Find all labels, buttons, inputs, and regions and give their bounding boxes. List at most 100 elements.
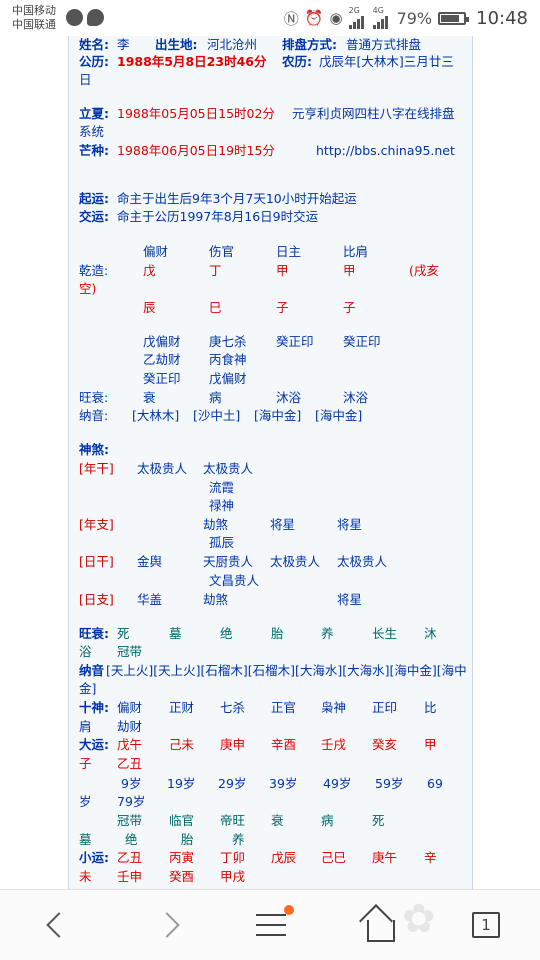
dayun-age: 岁 — [79, 794, 92, 809]
lower-wangshuai-label: 旺衰: — [79, 626, 109, 641]
ten-god-month: 伤官 — [209, 244, 235, 259]
xiaoyun-item: 戊辰 — [271, 850, 297, 865]
shensha-label: 神煞: — [79, 442, 109, 457]
stem-year: 戊 — [143, 263, 156, 278]
lixia-value: 1988年05月05日15时02分 — [117, 106, 275, 121]
cs-item: 胎 — [271, 626, 284, 641]
tabs-button[interactable]: 1 — [452, 890, 522, 960]
net-2g-label: 2G — [348, 6, 360, 15]
qianzao-label: 乾造: — [79, 263, 109, 278]
dayun-cs: 临官 — [169, 813, 195, 828]
bazi-chart-content[interactable]: 姓名: 李 出生地: 河北沧州 排盘方式: 普通方式排盘 公历: 1988年5月… — [68, 36, 473, 889]
birthplace-value: 河北沧州 — [207, 37, 258, 52]
method-value: 普通方式排盘 — [346, 37, 422, 52]
chat-bubble-icon — [87, 9, 104, 26]
shishen-item: 肩 — [79, 719, 92, 734]
status-icons: Ⓝ ⏰ ◉ 2G 4G 79% 10:48 — [284, 7, 528, 29]
hidden-stem: 癸正印 — [143, 371, 181, 386]
shensha-item: 太极贵人 — [137, 461, 188, 476]
shishen-item: 正财 — [169, 700, 195, 715]
shishen-item: 正印 — [372, 700, 398, 715]
dayun-cs: 绝 — [125, 832, 138, 847]
wangshuai-day: 沐浴 — [276, 390, 302, 405]
hidden-stem: 丙食神 — [209, 352, 247, 367]
menu-icon — [256, 914, 286, 916]
jiaoyun-label: 交运: — [79, 209, 109, 224]
nongli-label: 农历: — [282, 54, 312, 69]
shishen-item: 比 — [424, 700, 437, 715]
battery-fill — [441, 14, 459, 22]
kongwang-cont: 空) — [79, 281, 97, 296]
nongli-value-cont: 日 — [79, 72, 92, 87]
dayun-cs: 死 — [372, 813, 385, 828]
chevron-right-icon — [154, 912, 180, 938]
shensha-item: 太极贵人 — [337, 554, 388, 569]
dayun-cs: 胎 — [181, 832, 194, 847]
shishen-item: 七杀 — [220, 700, 246, 715]
clock: 10:48 — [476, 7, 528, 29]
dayun-age: 69 — [427, 776, 443, 791]
cs-item: 死 — [117, 626, 130, 641]
xiaoyun-label: 小运: — [79, 850, 109, 865]
shensha-row-label: [年支] — [79, 517, 114, 532]
xiaoyun-item: 丁卯 — [220, 850, 246, 865]
nayin-day: [海中金] — [254, 408, 302, 423]
site-name-link[interactable]: 元亨利贞网四柱八字在线排盘 — [292, 105, 455, 123]
shensha-item: 将星 — [270, 517, 296, 532]
dayun-item: 癸亥 — [372, 737, 398, 752]
mangzhong-label: 芒种: — [79, 143, 109, 158]
ten-god-year: 偏财 — [143, 244, 169, 259]
cs-item: 冠带 — [117, 644, 143, 659]
lower-nayin-line: [天上火][天上火][石榴木][石榴木][大海水][大海水][海中金][海中 — [106, 663, 467, 678]
menu-button[interactable] — [236, 890, 306, 960]
branch-hour: 子 — [343, 300, 356, 315]
dayun-cs: 养 — [232, 832, 245, 847]
footprint-watermark-icon: ✿ — [402, 896, 436, 942]
wangshuai-month: 病 — [209, 390, 222, 405]
shensha-row-label: [日支] — [79, 592, 114, 607]
jiaoyun-value: 命主于公历1997年8月16日9时交运 — [117, 209, 319, 224]
wangshuai-year: 衰 — [143, 390, 156, 405]
shensha-item: 太极贵人 — [270, 554, 321, 569]
lower-nayin-label: 纳音 — [79, 663, 105, 678]
xiaoyun-item: 癸酉 — [169, 869, 195, 884]
shensha-item: 华盖 — [137, 592, 163, 607]
hidden-stem: 戊偏财 — [209, 371, 247, 386]
dayun-item: 戊午 — [117, 737, 143, 752]
lixia-label: 立夏: — [79, 106, 109, 121]
hidden-stem: 庚七杀 — [209, 334, 247, 349]
signal-1-icon — [348, 15, 367, 29]
carrier-1: 中国移动 — [12, 4, 56, 17]
shishen-item: 正官 — [271, 700, 297, 715]
dayun-item: 甲 — [424, 737, 437, 752]
name-label: 姓名: — [79, 37, 109, 52]
browser-toolbar: ✿ 1 — [0, 889, 540, 960]
lower-nayin-cont: 金] — [79, 681, 97, 696]
dayun-item: 子 — [79, 756, 92, 771]
branch-year: 辰 — [143, 300, 156, 315]
gongli-value: 1988年5月8日23时46分 — [117, 54, 267, 69]
back-button[interactable] — [20, 890, 90, 960]
shensha-row-label: [日干] — [79, 554, 114, 569]
shishen-item: 枭神 — [321, 700, 347, 715]
nayin-label: 纳音: — [79, 408, 109, 423]
xiaoyun-item: 乙丑 — [117, 850, 143, 865]
xiaoyun-item: 壬申 — [117, 869, 143, 884]
forward-button[interactable] — [140, 890, 210, 960]
nayin-month: [沙中土] — [193, 408, 241, 423]
shensha-item: 太极贵人 — [203, 461, 254, 476]
branch-day: 子 — [276, 300, 289, 315]
dayun-cs: 衰 — [271, 813, 284, 828]
nfc-icon: Ⓝ — [283, 9, 299, 28]
dayun-age: 59岁 — [375, 776, 404, 791]
branch-month: 巳 — [209, 300, 222, 315]
shishen-label: 十神: — [79, 700, 109, 715]
hidden-stem: 戊偏财 — [143, 334, 181, 349]
site-name-cont[interactable]: 系统 — [79, 123, 104, 141]
nayin-year: [大林木] — [132, 408, 180, 423]
tab-count: 1 — [472, 912, 500, 938]
site-url-link[interactable]: http://bbs.china95.net — [316, 142, 455, 160]
shensha-item: 金舆 — [137, 554, 163, 569]
shensha-item: 将星 — [337, 517, 363, 532]
dayun-cs: 帝旺 — [220, 813, 246, 828]
